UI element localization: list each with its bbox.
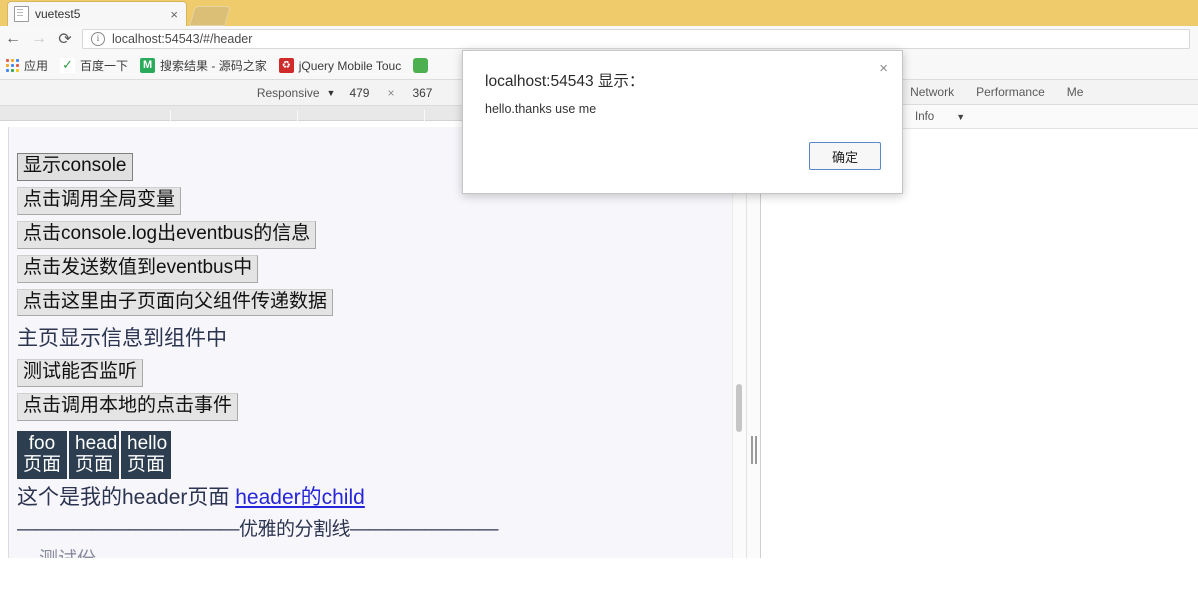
device-preset-label: Responsive	[256, 85, 320, 100]
chevron-down-icon: ▼	[956, 111, 966, 122]
page-vertical-scrollbar[interactable]	[732, 148, 746, 558]
nav-box-hello[interactable]: hello 页面	[121, 431, 171, 479]
nav-box-line2: 页面	[127, 454, 166, 476]
browser-tab[interactable]: vuetest5 ×	[8, 2, 186, 26]
dialog-message: hello.thanks use me	[485, 102, 597, 116]
page-icon	[14, 6, 29, 22]
page-button-send-to-eventbus[interactable]: 点击发送数值到eventbus中	[17, 254, 259, 283]
page-header-child-link[interactable]: header的child	[235, 486, 365, 509]
page-button-call-global-var[interactable]: 点击调用全局变量	[17, 186, 182, 215]
page-button-test-watch[interactable]: 测试能否监听	[17, 359, 144, 388]
nav-box-line2: 页面	[75, 454, 114, 476]
nav-box-head[interactable]: head 页面	[69, 431, 119, 479]
console-output-area[interactable]	[761, 129, 1198, 607]
baidu-check-icon: ✓	[60, 58, 76, 73]
page-button-show-console[interactable]: 显示console	[17, 153, 133, 181]
bookmark-search-result[interactable]: M 搜索结果 - 源码之家	[140, 57, 267, 74]
page-button-log-eventbus[interactable]: 点击console.log出eventbus的信息	[17, 220, 317, 249]
bookmark-baidu[interactable]: ✓ 百度一下	[60, 57, 128, 74]
bookmark-label: 百度一下	[80, 59, 129, 73]
device-width-input[interactable]: 479	[337, 86, 381, 100]
bookmark-apps[interactable]: 应用	[6, 57, 48, 74]
bookmark-extra[interactable]	[413, 58, 433, 73]
new-tab-button[interactable]	[189, 6, 231, 26]
tab-title: vuetest5	[35, 7, 81, 21]
bookmark-jquery-mobile[interactable]: ♻ jQuery Mobile Touc	[278, 58, 402, 73]
tab-memory[interactable]: Me	[1056, 80, 1095, 104]
page-divider-text: ————————————优雅的分割线————————	[17, 518, 499, 540]
page-heading-message: 主页显示信息到组件中	[17, 327, 227, 351]
nav-box-line1: hello	[127, 433, 168, 455]
nav-box-line1: foo	[28, 433, 56, 455]
forward-icon[interactable]: →	[26, 26, 52, 52]
page-clipped-text: 测试份	[17, 548, 746, 558]
page-button-child-to-parent[interactable]: 点击这里由子页面向父组件传递数据	[17, 288, 334, 317]
jquery-red-icon: ♻	[278, 58, 294, 73]
console-level-label: Info	[915, 110, 935, 123]
bookmark-label: 搜索结果 - 源码之家	[160, 59, 267, 73]
reload-icon[interactable]: ⟳	[52, 26, 78, 52]
close-icon[interactable]: ×	[168, 8, 180, 21]
resize-grip-icon	[751, 436, 757, 464]
back-icon[interactable]: ←	[0, 26, 26, 52]
page-header-line: 这个是我的header页面 header的child	[17, 485, 746, 512]
chevron-down-icon: ▼	[326, 87, 336, 98]
green-cube-icon	[413, 58, 429, 73]
page-header-text: 这个是我的header页面	[17, 485, 230, 509]
bookmark-label: jQuery Mobile Touc	[298, 58, 402, 73]
scrollbar-thumb[interactable]	[736, 384, 742, 432]
address-bar[interactable]: i localhost:54543/#/header	[82, 29, 1190, 49]
page-nav-boxes: foo 页面 head 页面 hello 页面	[17, 431, 746, 479]
javascript-alert-dialog: × localhost:54543 显示： hello.thanks use m…	[462, 50, 903, 194]
device-height-input[interactable]: 367	[400, 86, 444, 100]
multiply-icon: ×	[387, 85, 395, 100]
device-preset-dropdown[interactable]: Responsive ▼	[257, 86, 336, 100]
nav-box-foo[interactable]: foo 页面	[17, 431, 67, 479]
dialog-ok-button[interactable]: 确定	[809, 142, 881, 170]
address-bar-url: localhost:54543/#/header	[112, 32, 253, 46]
tab-performance[interactable]: Performance	[965, 80, 1056, 104]
tab-network[interactable]: Network	[899, 80, 965, 104]
site-info-icon[interactable]: i	[91, 32, 105, 46]
page-button-local-click[interactable]: 点击调用本地的点击事件	[17, 393, 239, 422]
nav-box-line1: head	[75, 433, 118, 455]
nav-box-line2: 页面	[23, 454, 62, 476]
m-green-icon: M	[140, 58, 156, 73]
console-level-dropdown[interactable]: Info ▼	[915, 111, 965, 123]
browser-toolbar: ← → ⟳ i localhost:54543/#/header	[0, 26, 1198, 53]
dialog-title: localhost:54543 显示：	[485, 73, 645, 90]
browser-title-bar: vuetest5 ×	[0, 0, 1198, 26]
bookmark-label: 应用	[24, 59, 49, 73]
apps-grid-icon	[6, 59, 19, 72]
close-icon[interactable]: ×	[875, 59, 892, 78]
